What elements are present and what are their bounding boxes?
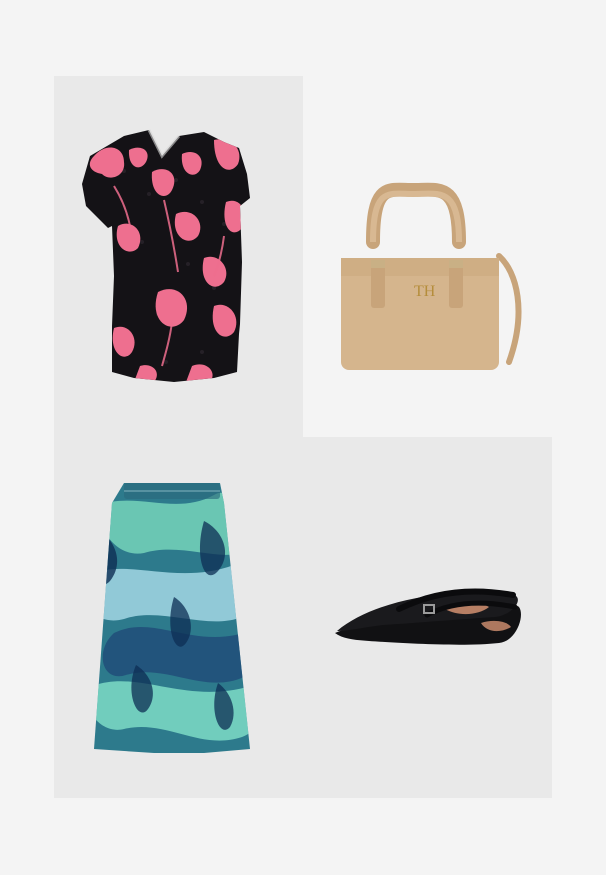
product-tile-skirt[interactable] <box>54 437 303 798</box>
floral-blouse-image <box>82 129 250 382</box>
product-tile-shoe[interactable] <box>303 437 552 798</box>
svg-text:TH: TH <box>414 283 436 300</box>
black-flat-shoe-image <box>335 588 521 645</box>
product-tile-bag[interactable]: TH <box>303 76 552 437</box>
tan-handbag-image: TH <box>341 182 522 370</box>
printed-skirt-image <box>94 483 250 753</box>
product-tile-top[interactable] <box>54 76 303 437</box>
